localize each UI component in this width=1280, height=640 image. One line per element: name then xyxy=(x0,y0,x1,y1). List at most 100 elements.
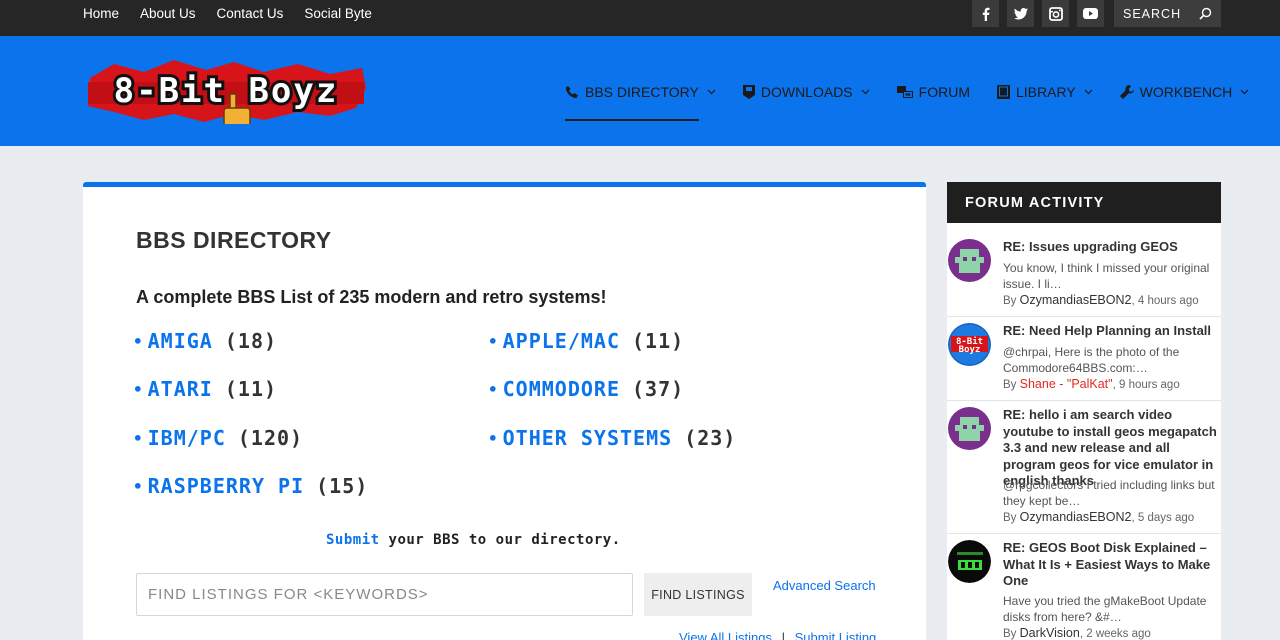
sidebar-title: FORUM ACTIVITY xyxy=(947,182,1221,223)
post-author[interactable]: OzymandiasEBON2 xyxy=(1020,510,1132,524)
bullet-icon: • xyxy=(133,428,144,448)
site-logo[interactable]: 8-Bit Boyz 8-Bit Boyz xyxy=(84,58,368,127)
nav-library-label: LIBRARY xyxy=(1015,84,1076,100)
post-excerpt: Have you tried the gMakeBoot Update disk… xyxy=(1003,594,1207,624)
bullet-icon: • xyxy=(488,379,499,399)
directory-card: BBS DIRECTORY A complete BBS List of 235… xyxy=(83,182,926,640)
nav-forum-label: FORUM xyxy=(918,84,970,100)
top-nav-home[interactable]: Home xyxy=(83,6,119,21)
post-meta: By DarkVision, 2 weeks ago xyxy=(1003,626,1151,640)
post-time: , 9 hours ago xyxy=(1112,379,1180,391)
post-title[interactable]: RE: Need Help Planning an Install xyxy=(1003,323,1219,340)
nav-workbench[interactable]: WORKBENCH xyxy=(1119,82,1250,102)
nav-forum[interactable]: FORUM xyxy=(896,82,970,102)
chat-icon xyxy=(896,85,913,99)
bullet-icon: • xyxy=(133,379,144,399)
category-count: (18) xyxy=(224,329,278,353)
link-separator: | xyxy=(781,630,785,640)
category-apple-mac[interactable]: • APPLE/MAC (11) xyxy=(488,329,684,353)
forum-activity-sidebar: FORUM ACTIVITY RE: Issues upgrading GEOS… xyxy=(947,182,1221,640)
category-ibm-pc[interactable]: • IBM/PC (120) xyxy=(133,426,303,450)
post-meta: By OzymandiasEBON2, 5 days ago xyxy=(1003,510,1194,524)
category-name[interactable]: COMMODORE xyxy=(503,377,620,401)
bullet-icon: • xyxy=(133,476,144,496)
listing-links: View All Listings | Submit Listing xyxy=(679,630,876,640)
nav-library[interactable]: LIBRARY xyxy=(996,82,1093,102)
category-count: (23) xyxy=(684,426,737,450)
nav-bbs-directory-label: BBS DIRECTORY xyxy=(585,84,699,100)
post-title[interactable]: RE: Issues upgrading GEOS xyxy=(1003,239,1219,256)
bullet-icon: • xyxy=(488,331,499,351)
nav-downloads-label: DOWNLOADS xyxy=(760,84,853,100)
category-amiga[interactable]: • AMIGA (18) xyxy=(133,329,277,353)
top-nav-social-byte[interactable]: Social Byte xyxy=(304,6,372,21)
book-icon xyxy=(996,85,1010,99)
category-raspberry-pi[interactable]: • RASPBERRY PI (15) xyxy=(133,474,368,498)
nav-workbench-label: WORKBENCH xyxy=(1139,84,1233,100)
post-by: By xyxy=(1003,512,1017,524)
category-count: (37) xyxy=(632,377,685,401)
category-name[interactable]: AMIGA xyxy=(148,329,213,353)
find-listings-button[interactable]: FIND LISTINGS xyxy=(644,573,752,616)
post-meta: By Shane - "PalKat", 9 hours ago xyxy=(1003,377,1180,391)
chevron-down-icon xyxy=(1084,89,1093,95)
top-search-box[interactable]: SEARCH xyxy=(1114,0,1221,27)
submit-line-text: your BBS to our directory. xyxy=(388,532,621,548)
post-author[interactable]: Shane - "PalKat" xyxy=(1020,377,1113,391)
avatar[interactable] xyxy=(948,407,991,450)
category-name[interactable]: IBM/PC xyxy=(148,426,226,450)
instagram-icon[interactable] xyxy=(1042,0,1069,27)
directory-intro: A complete BBS List of 235 modern and re… xyxy=(136,287,607,307)
top-nav-about-us[interactable]: About Us xyxy=(140,6,196,21)
twitter-icon[interactable] xyxy=(1007,0,1034,27)
post-time: , 2 weeks ago xyxy=(1079,628,1151,640)
svg-text:Boyz: Boyz xyxy=(959,345,981,355)
category-name[interactable]: RASPBERRY PI xyxy=(148,474,305,498)
category-name[interactable]: APPLE/MAC xyxy=(503,329,620,353)
main-nav: BBS DIRECTORY DOWNLOADS FORUM LIBRARY WO… xyxy=(565,82,1276,121)
advanced-search-link[interactable]: Advanced Search xyxy=(773,578,876,593)
category-count: (11) xyxy=(632,329,685,353)
forum-post: RE: GEOS Boot Disk Explained – What It I… xyxy=(947,540,1221,640)
post-title[interactable]: RE: GEOS Boot Disk Explained – What It I… xyxy=(1003,540,1219,590)
category-count: (11) xyxy=(224,377,278,401)
submit-listing-link[interactable]: Submit Listing xyxy=(795,630,877,640)
post-by: By xyxy=(1003,379,1017,391)
post-author[interactable]: OzymandiasEBON2 xyxy=(1020,293,1132,307)
chevron-down-icon xyxy=(861,89,870,95)
chevron-down-icon xyxy=(707,89,716,95)
submit-link[interactable]: Submit xyxy=(326,532,380,548)
facebook-icon[interactable] xyxy=(972,0,999,27)
listing-search-input[interactable]: FIND LISTINGS FOR <KEYWORDS> xyxy=(136,573,633,616)
submit-line: Submit your BBS to our directory. xyxy=(326,532,621,548)
category-name[interactable]: ATARI xyxy=(148,377,213,401)
top-search-label: SEARCH xyxy=(1123,6,1182,21)
divider xyxy=(947,533,1221,534)
post-meta: By OzymandiasEBON2, 4 hours ago xyxy=(1003,293,1199,307)
avatar[interactable]: 8-Bit Boyz xyxy=(948,323,991,366)
post-excerpt: @rpgcollectors I tried including links b… xyxy=(1003,478,1215,508)
post-by: By xyxy=(1003,628,1017,640)
post-author[interactable]: DarkVision xyxy=(1020,626,1080,640)
youtube-icon[interactable] xyxy=(1077,0,1104,27)
post-time: , 4 hours ago xyxy=(1131,295,1199,307)
view-all-listings-link[interactable]: View All Listings xyxy=(679,630,772,640)
post-time: , 5 days ago xyxy=(1131,512,1195,524)
search-icon[interactable] xyxy=(1199,7,1221,20)
top-nav-contact-us[interactable]: Contact Us xyxy=(217,6,284,21)
category-atari[interactable]: • ATARI (11) xyxy=(133,377,277,401)
category-commodore[interactable]: • COMMODORE (37) xyxy=(488,377,684,401)
nav-downloads[interactable]: DOWNLOADS xyxy=(742,82,870,102)
top-bar: Home About Us Contact Us Social Byte SEA… xyxy=(0,0,1280,36)
page-title: BBS DIRECTORY xyxy=(136,227,332,253)
post-by: By xyxy=(1003,295,1017,307)
category-name[interactable]: OTHER SYSTEMS xyxy=(503,426,673,450)
category-count: (120) xyxy=(237,426,304,450)
post-excerpt: @chrpai, Here is the photo of the Commod… xyxy=(1003,345,1180,375)
nav-bbs-directory[interactable]: BBS DIRECTORY xyxy=(565,82,716,121)
category-other-systems[interactable]: • OTHER SYSTEMS (23) xyxy=(488,426,736,450)
avatar[interactable] xyxy=(948,540,991,583)
divider xyxy=(947,316,1221,317)
chevron-down-icon xyxy=(1240,89,1249,95)
avatar[interactable] xyxy=(948,239,991,282)
